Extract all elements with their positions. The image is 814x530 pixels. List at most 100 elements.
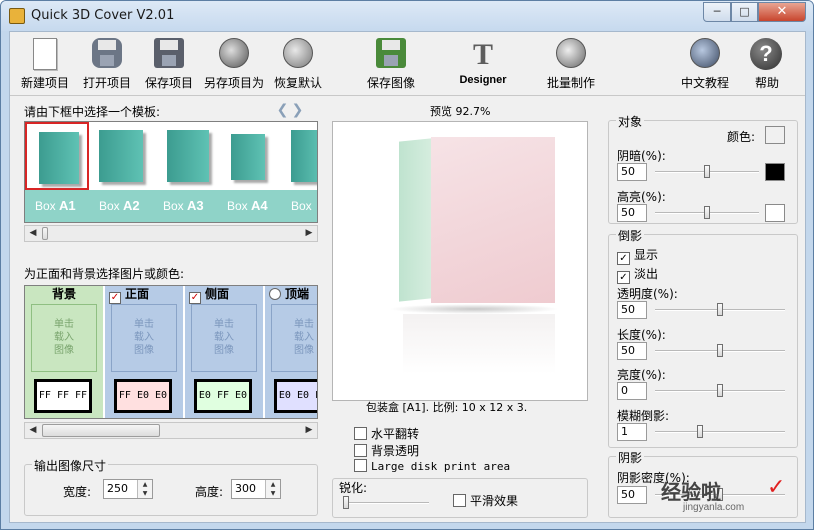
brightness-input[interactable]: 0 [617,382,647,400]
template-item[interactable]: Box A4 [217,122,281,222]
open-project-button[interactable]: 打开项目 [76,34,138,94]
scroll-left-icon[interactable]: ◀ [25,423,41,438]
new-project-button[interactable]: 新建项目 [14,34,76,94]
faces-section-title: 为正面和背景选择图片或颜色: [24,267,185,281]
scroll-left-icon[interactable]: ◀ [25,226,41,241]
app-icon [9,8,25,24]
blur-label: 模糊倒影: [617,409,670,423]
height-spinner[interactable]: 300 ▲ ▼ [231,479,281,499]
length-slider[interactable] [655,343,785,359]
save-project-button[interactable]: 保存项目 [138,34,200,94]
highlight-color-swatch[interactable] [765,204,785,222]
template-item[interactable]: Box A2 [89,122,153,222]
face-side[interactable]: ✓ 侧面 单击 载入 图像 E0 FF E0 [185,286,263,418]
face-header: 顶端 [265,286,317,302]
preview-title: 预览 92.7% [430,105,491,118]
template-scrollbar[interactable]: ◀ ▶ [24,225,318,242]
sharpen-group: 锐化: 平滑效果 [332,478,588,518]
brightness-label: 亮度(%): [617,368,666,382]
template-next-arrow[interactable]: ❯ [291,102,304,118]
close-button[interactable]: ✕ [758,2,806,22]
length-input[interactable]: 50 [617,342,647,360]
scroll-right-icon[interactable]: ▶ [301,423,317,438]
face-name: 背景 [51,287,76,301]
large-print-checkbox[interactable]: Large disk print area [354,459,510,473]
shade-color-swatch[interactable] [765,163,785,181]
smooth-checkbox[interactable]: 平滑效果 [453,492,518,509]
reflection-group: 倒影 ✓ 显示 ✓ 淡出 透明度(%): 50 长度(%): 50 亮度(%): 0… [608,227,798,448]
object-color-swatch[interactable] [765,126,785,144]
toolbar-label: 保存图像 [366,76,415,90]
toolbar-label: 保存项目 [144,76,193,90]
check-icon[interactable]: ✓ [109,292,121,304]
transparency-input[interactable]: 50 [617,301,647,319]
face-load-area[interactable]: 单击 载入 图像 [271,304,317,372]
toolbar-label: 新建项目 [20,76,69,90]
length-label: 长度(%): [617,328,666,342]
check-icon[interactable]: ✓ [189,292,201,304]
maximize-button[interactable]: □ [731,2,758,22]
shade-input[interactable]: 50 [617,163,647,181]
shade-slider[interactable] [655,164,759,180]
toolbar-label: Designer [459,74,507,86]
face-top[interactable]: 顶端 单击载入图像 E0 E0 FF [265,286,317,418]
blur-input[interactable]: 1 [617,423,647,441]
scroll-right-icon[interactable]: ▶ [301,226,317,241]
shade-label: 阴暗(%): [617,149,666,163]
template-item[interactable]: Box A3 [153,122,217,222]
designer-icon: T [472,38,493,71]
shadow-density-input[interactable]: 50 [617,486,647,504]
toolbar-label: 恢复默认 [273,76,322,90]
shadow-title: 阴影 [616,449,645,466]
toolbar-label: 另存项目为 [203,76,264,90]
template-item[interactable]: Box A1 [25,122,89,222]
sharpen-slider[interactable] [343,495,429,511]
brightness-slider[interactable] [655,383,785,399]
restore-default-button[interactable]: 恢复默认 [268,34,328,94]
save-image-icon [374,38,408,72]
box-side-face [399,138,431,302]
object-group: 对象 颜色: 阴暗(%): 50 高亮(%): 50 [608,113,798,224]
width-spinner[interactable]: 250 ▲ ▼ [103,479,153,499]
save-as-button[interactable]: 另存项目为 [200,34,268,94]
designer-button[interactable]: T Designer [452,34,514,94]
flip-horizontal-checkbox[interactable]: 水平翻转 [354,425,419,442]
highlight-input[interactable]: 50 [617,204,647,222]
object-title: 对象 [616,113,645,130]
face-background[interactable]: 背景 单击 载入 图像 FF FF FF [25,286,103,418]
scroll-thumb[interactable] [42,227,48,240]
output-size-group: 输出图像尺寸 宽度: 250 ▲ ▼ 高度: 300 ▲ ▼ [24,457,318,516]
toolbar: 新建项目 打开项目 保存项目 另存项目为 恢复默认 保存图像 T Designe… [10,32,805,96]
show-reflection-checkbox[interactable]: ✓ 显示 [617,246,658,265]
template-item[interactable]: Box [281,122,317,222]
face-color-swatch[interactable]: E0 E0 FF [274,379,317,413]
save-image-button[interactable]: 保存图像 [360,34,422,94]
main-client-area: 新建项目 打开项目 保存项目 另存项目为 恢复默认 保存图像 T Designe… [9,31,806,523]
title-bar[interactable]: Quick 3D Cover V2.01 ─ □ ✕ [1,1,813,31]
faces-scrollbar[interactable]: ◀ ▶ [24,422,318,439]
box-thumbnail [39,132,79,184]
blur-slider[interactable] [655,424,785,440]
transparency-slider[interactable] [655,302,785,318]
fade-reflection-checkbox[interactable]: ✓ 淡出 [617,265,658,284]
face-load-area[interactable]: 单击 载入 图像 [191,304,257,372]
face-color-swatch[interactable]: FF FF FF [34,379,92,413]
face-load-area[interactable]: 单击 载入 图像 [31,304,97,372]
transparent-background-checkbox[interactable]: 背景透明 [354,442,419,459]
batch-button[interactable]: 批量制作 [540,34,602,94]
template-prev-arrow[interactable]: ❮ [276,102,289,118]
highlight-slider[interactable] [655,205,759,221]
face-load-area[interactable]: 单击 载入 图像 [111,304,177,372]
face-front[interactable]: ✓ 正面 单击 载入 图像 FF E0 E0 [105,286,183,418]
scroll-thumb[interactable] [42,424,160,437]
help-icon: ? [750,38,784,72]
minimize-button[interactable]: ─ [703,2,731,22]
radio-icon[interactable] [269,288,281,300]
tutorial-button[interactable]: 中文教程 [674,34,736,94]
face-color-swatch[interactable]: FF E0 E0 [114,379,172,413]
toolbar-label: 帮助 [754,76,779,90]
help-button[interactable]: ? 帮助 [740,34,794,94]
face-color-swatch[interactable]: E0 FF E0 [194,379,252,413]
preview-caption: 包装盒 [A1]. 比例: 10 x 12 x 3. [366,401,528,414]
box-thumbnail [231,134,265,180]
